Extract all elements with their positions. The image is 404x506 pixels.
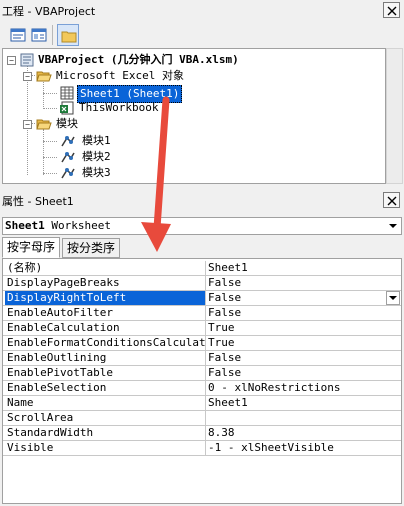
- view-code-icon: [10, 28, 26, 42]
- open-folder-icon: [36, 71, 52, 82]
- view-code-button[interactable]: [7, 24, 29, 46]
- property-row[interactable]: Name Sheet1: [3, 396, 401, 411]
- property-name: DisplayPageBreaks: [7, 276, 120, 289]
- property-value[interactable]: True: [205, 336, 401, 351]
- object-selector[interactable]: Sheet1 Worksheet: [2, 217, 402, 235]
- property-value[interactable]: False: [205, 366, 401, 381]
- vba-project-icon: [20, 53, 34, 67]
- property-name: StandardWidth: [7, 426, 94, 439]
- property-name: EnableSelection: [7, 381, 107, 394]
- property-name: ScrollArea: [7, 411, 74, 424]
- collapse-icon[interactable]: −: [23, 120, 32, 129]
- property-row[interactable]: EnableCalculation True: [3, 321, 401, 336]
- collapse-icon[interactable]: −: [23, 72, 32, 81]
- property-value[interactable]: False: [205, 276, 401, 291]
- properties-tabs: 按字母序 按分类序: [2, 237, 402, 258]
- project-titlebar[interactable]: 工程 - VBAProject: [0, 0, 404, 20]
- module-icon: [61, 136, 75, 147]
- module-icon: [61, 168, 75, 179]
- project-explorer-pane: 工程 - VBAProject − VBAProject (几分钟入门 VBA.…: [0, 0, 404, 186]
- tree-label: 模块: [56, 117, 78, 130]
- property-row[interactable]: EnableOutlining False: [3, 351, 401, 366]
- close-icon: [387, 196, 397, 206]
- value-dropdown-button[interactable]: [386, 291, 400, 305]
- worksheet-icon: [60, 86, 74, 100]
- property-name: Visible: [7, 441, 54, 454]
- property-row-selected[interactable]: DisplayRightToLeft False: [3, 291, 401, 306]
- tab-alphabetic[interactable]: 按字母序: [2, 237, 61, 258]
- property-row[interactable]: ScrollArea: [3, 411, 401, 426]
- property-value[interactable]: [205, 411, 401, 426]
- tab-categorized[interactable]: 按分类序: [62, 238, 121, 258]
- tree-node-modules[interactable]: − 模块: [3, 116, 383, 132]
- tree-node-excel-objects[interactable]: − Microsoft Excel 对象: [3, 68, 383, 84]
- close-icon: [387, 6, 397, 16]
- property-row[interactable]: Visible -1 - xlSheetVisible: [3, 441, 401, 456]
- property-value[interactable]: Sheet1: [205, 261, 401, 276]
- tree-node-sheet1[interactable]: Sheet1 (Sheet1): [3, 85, 383, 103]
- project-close-button[interactable]: [383, 2, 400, 18]
- property-row[interactable]: DisplayPageBreaks False: [3, 276, 401, 291]
- tree-node-vbaproject[interactable]: − VBAProject (几分钟入门 VBA.xlsm): [3, 52, 383, 68]
- property-row[interactable]: EnableSelection 0 - xlNoRestrictions: [3, 381, 401, 396]
- workbook-icon: [60, 101, 74, 115]
- property-name: EnablePivotTable: [7, 366, 113, 379]
- object-type: Worksheet: [51, 219, 111, 232]
- property-value[interactable]: False: [205, 291, 401, 306]
- view-object-icon: [31, 28, 47, 42]
- property-row[interactable]: EnablePivotTable False: [3, 366, 401, 381]
- view-object-button[interactable]: [28, 24, 50, 46]
- property-name: (名称): [7, 261, 43, 274]
- property-value[interactable]: -1 - xlSheetVisible: [205, 441, 401, 456]
- toggle-folders-button[interactable]: [57, 24, 79, 46]
- property-name: EnableCalculation: [7, 321, 120, 334]
- project-toolbar: [0, 22, 404, 48]
- tree-label: 模块1: [82, 134, 111, 147]
- property-value[interactable]: 0 - xlNoRestrictions: [205, 381, 401, 396]
- property-name: Name: [7, 396, 34, 409]
- folder-icon: [61, 31, 77, 43]
- tree-label: Microsoft Excel 对象: [56, 69, 184, 82]
- object-name: Sheet1: [5, 219, 45, 232]
- property-name: EnableFormatConditionsCalculation: [7, 336, 205, 349]
- property-value[interactable]: False: [205, 351, 401, 366]
- tree-label: ThisWorkbook: [79, 101, 159, 114]
- tree-label: 模块3: [82, 166, 111, 179]
- module-icon: [61, 152, 75, 163]
- chevron-down-icon[interactable]: [386, 219, 400, 233]
- property-value[interactable]: Sheet1: [205, 396, 401, 411]
- toolbar-separator: [52, 25, 53, 45]
- collapse-icon[interactable]: −: [7, 56, 16, 65]
- property-name: EnableAutoFilter: [7, 306, 113, 319]
- property-name: EnableOutlining: [7, 351, 107, 364]
- tree-node-module2[interactable]: 模块2: [3, 149, 383, 165]
- chevron-down-icon: [389, 296, 397, 300]
- property-value[interactable]: 8.38: [205, 426, 401, 441]
- property-row[interactable]: (名称) Sheet1: [3, 261, 401, 276]
- property-value[interactable]: True: [205, 321, 401, 336]
- property-value[interactable]: False: [205, 306, 401, 321]
- tree-node-thisworkbook[interactable]: ThisWorkbook: [3, 100, 383, 116]
- property-row[interactable]: EnableFormatConditionsCalculation True: [3, 336, 401, 351]
- properties-pane: 属性 - Sheet1 Sheet1 Worksheet 按字母序 按分类序 (…: [0, 186, 404, 506]
- properties-titlebar[interactable]: 属性 - Sheet1: [0, 190, 404, 210]
- tree-label: 模块2: [82, 150, 111, 163]
- project-tree-scrollbar[interactable]: [386, 48, 403, 184]
- project-title: 工程 - VBAProject: [2, 5, 96, 18]
- properties-close-button[interactable]: [383, 192, 400, 208]
- tree-node-module1[interactable]: 模块1: [3, 133, 383, 149]
- property-name: DisplayRightToLeft: [5, 291, 205, 305]
- property-row[interactable]: EnableAutoFilter False: [3, 306, 401, 321]
- properties-grid: (名称) Sheet1 DisplayPageBreaks False Displa…: [2, 258, 402, 504]
- property-row[interactable]: StandardWidth 8.38: [3, 426, 401, 441]
- open-folder-icon: [36, 119, 52, 130]
- tree-label: VBAProject (几分钟入门 VBA.xlsm): [38, 53, 239, 66]
- project-tree[interactable]: − VBAProject (几分钟入门 VBA.xlsm) − Microsof…: [2, 48, 386, 184]
- properties-title: 属性 - Sheet1: [2, 195, 74, 208]
- tree-node-module3[interactable]: 模块3: [3, 165, 383, 181]
